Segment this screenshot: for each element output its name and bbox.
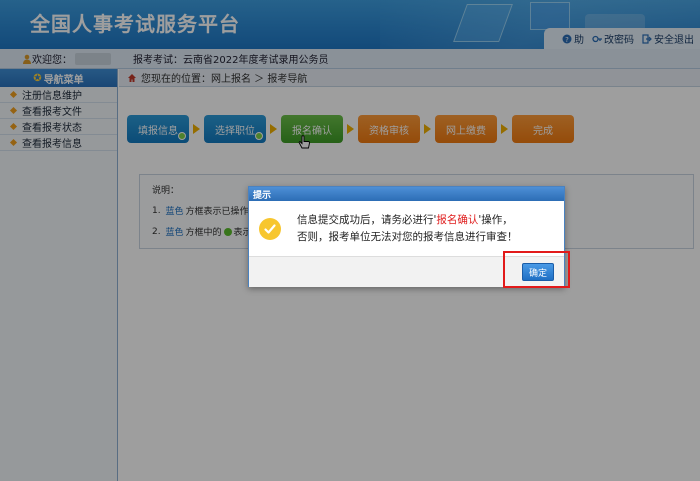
- success-check-icon: [259, 217, 281, 240]
- highlight-box: [503, 251, 570, 288]
- dialog-title: 提示: [249, 187, 564, 201]
- dialog-body: 信息提交成功后，请务必进行'报名确认'操作， 否则，报考单位无法对您的报考信息进…: [249, 201, 564, 256]
- dialog-message: 信息提交成功后，请务必进行'报名确认'操作， 否则，报考单位无法对您的报考信息进…: [297, 213, 518, 243]
